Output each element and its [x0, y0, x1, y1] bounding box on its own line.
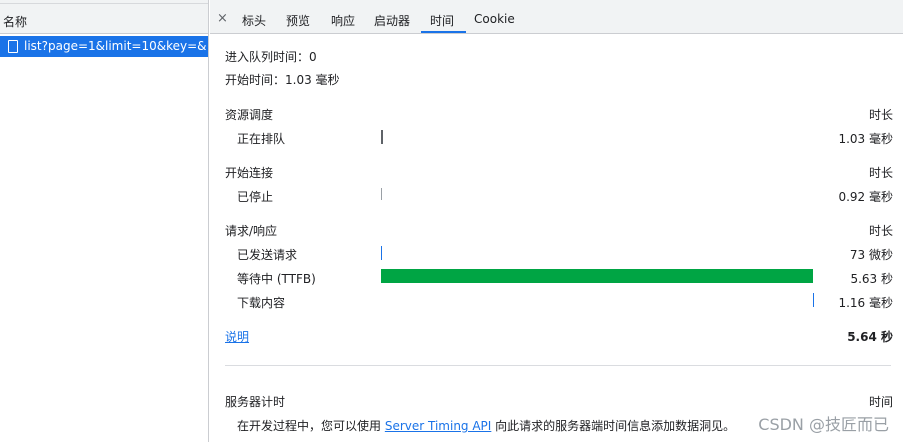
ttfb-bar — [381, 269, 813, 283]
section-divider — [225, 365, 891, 366]
document-icon — [8, 40, 18, 53]
row-label-stalled: 已停止 — [237, 190, 274, 204]
section-title-request-response: 请求/响应 — [225, 224, 278, 238]
queued-at-text: 进入队列时间：0 — [225, 50, 317, 64]
request-row-selected[interactable]: list?page=1&limit=10&key=&o... — [0, 36, 208, 57]
section-title-resource-scheduling: 资源调度 — [225, 108, 274, 122]
tab-initiator[interactable]: 启动器 — [374, 12, 410, 29]
server-timing-text-after: 向此请求的服务器端时间信息添加数据洞见。 — [491, 419, 736, 433]
content-download-bar — [813, 293, 814, 307]
row-label-queueing: 正在排队 — [237, 132, 286, 146]
server-timing-description: 在开发过程中，您可以使用 Server Timing API 向此请求的服务器端… — [237, 417, 735, 434]
tab-cookie[interactable]: Cookie — [474, 12, 515, 26]
tab-preview[interactable]: 预览 — [286, 12, 310, 29]
row-duration-stalled: 0.92 毫秒 — [838, 190, 893, 204]
close-icon[interactable]: × — [217, 11, 228, 26]
timing-panel: 进入队列时间：0 开始时间：1.03 毫秒 资源调度 时长 正在排队 1.03 … — [210, 35, 903, 442]
section-title-connection-start: 开始连接 — [225, 166, 274, 180]
stalled-bar — [381, 188, 382, 200]
tab-response[interactable]: 响应 — [331, 12, 355, 29]
row-duration-content-download: 1.16 毫秒 — [838, 296, 893, 310]
request-name: list?page=1&limit=10&key=&o... — [24, 39, 206, 53]
duration-header: 时长 — [868, 108, 893, 122]
request-list-header[interactable]: 名称 — [0, 4, 208, 34]
tab-headers[interactable]: 标头 — [242, 12, 266, 29]
tab-timing[interactable]: 时间 — [430, 12, 454, 29]
explanation-link[interactable]: 说明 — [225, 328, 249, 345]
row-label-request-sent: 已发送请求 — [237, 248, 298, 262]
request-sent-bar — [381, 246, 382, 260]
row-label-ttfb: 等待中 (TTFB) — [237, 272, 316, 286]
request-list-panel: 名称 list?page=1&limit=10&key=&o... — [0, 0, 209, 442]
detail-tabbar: × 标头 预览 响应 启动器 时间 Cookie — [210, 4, 903, 34]
server-timing-text-before: 在开发过程中，您可以使用 — [237, 419, 385, 433]
duration-header: 时长 — [868, 166, 893, 180]
row-duration-request-sent: 73 微秒 — [849, 248, 893, 262]
queueing-bar — [381, 130, 383, 144]
time-header: 时间 — [868, 395, 893, 409]
name-column-header[interactable]: 名称 — [3, 13, 27, 30]
row-duration-ttfb: 5.63 秒 — [850, 272, 893, 286]
started-at-text: 开始时间：1.03 毫秒 — [225, 73, 340, 87]
server-timing-api-link[interactable]: Server Timing API — [385, 419, 492, 433]
section-title-server-timing: 服务器计时 — [225, 395, 286, 409]
row-duration-queueing: 1.03 毫秒 — [838, 132, 893, 146]
duration-header: 时长 — [868, 224, 893, 238]
row-label-content-download: 下载内容 — [237, 296, 286, 310]
total-duration: 5.64 秒 — [847, 330, 893, 344]
watermark: CSDN @技匠而已 — [758, 415, 889, 434]
active-tab-indicator — [421, 31, 466, 33]
